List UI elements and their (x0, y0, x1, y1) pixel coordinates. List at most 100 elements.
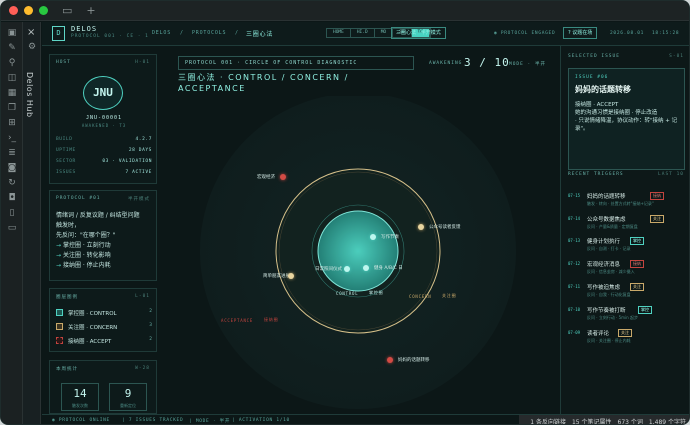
mode-label: MODE · 半开 (509, 62, 546, 67)
trigger-row[interactable]: 07-11 写作被迫焦虑 关注 反问 · 自我 · 行动化复盘 (568, 282, 685, 300)
app-window: ▭ + ▣ ✎ ⚲ ◫ ▦ ❐ ⊞ ›_ ≣ ◙ ↻ ◘ ▯ ▭ × ⚙ Del… (0, 0, 690, 425)
diagnostic-header: PROTOCOL 001 · CIRCLE OF CONTROL DIAGNOS… (178, 56, 414, 70)
bookmark-icon[interactable]: ⊞ (6, 118, 18, 129)
issue-number: ISSUE #06 (575, 75, 609, 80)
close-window-button[interactable] (9, 6, 18, 15)
protocol-text: 情绪词 / 反复议题 / 纠结型问题 触发时， 先反问："在哪个圈？" → 掌控… (56, 212, 140, 269)
canvas-icon[interactable]: ◫ (6, 73, 18, 84)
properties-count[interactable]: 15 个笔记属性 (572, 417, 612, 425)
triggers-title: RECENT TRIGGERS (568, 172, 624, 177)
host-row-sector: SECTOR 03 · VALIDATION (56, 159, 152, 164)
issues-button[interactable]: ? 议题在场 (563, 27, 598, 39)
trigger-row[interactable]: 07-09 读者评论 关注 反问 · 关注圈 · 停止内耗 (568, 328, 685, 346)
engaged-status: ◉ PROTOCOL ENGAGED (494, 31, 556, 36)
host-row-uptime: UPTIME 28 DAYS (56, 148, 152, 153)
app-header: D DELOS PROTOCOL 001 · CE · 1 DELOS / PR… (42, 22, 689, 46)
host-role: AWAKENED · T3 (81, 123, 127, 128)
host-row-issues: ISSUES 7 ACTIVE (56, 170, 152, 175)
circle-diagram (200, 96, 516, 409)
selected-issue-card[interactable]: ISSUE #06 妈妈的话题转移 接纳圈 · ACCEPT 她的沟通习惯是接纳… (568, 68, 685, 170)
selected-title: SELECTED ISSUE (568, 54, 620, 59)
control-ring-label: CONTROL (336, 291, 359, 296)
breadcrumb-delos[interactable]: DELOS (152, 30, 171, 36)
concern-ring-label: CONCERN (409, 294, 432, 299)
trigger-row[interactable]: 07-10 写作节奏被打断 掌控 反问 · 立刻行动 · 5min 起步 (568, 305, 685, 323)
file-explorer-icon[interactable]: ▣ (6, 28, 18, 39)
footer-mode: | MODE · 半开 (189, 419, 231, 424)
graph-icon[interactable]: ⚲ (6, 58, 18, 69)
issue-title: 妈妈的话题转移 (575, 85, 631, 94)
header-time: 18:15:28 (652, 31, 680, 36)
awakening-value: 3 / 10 (464, 56, 510, 69)
delos-logo: D (52, 26, 65, 41)
title-bar: ▭ + (1, 1, 689, 21)
control-ring[interactable] (317, 210, 399, 292)
selected-index: S-01 (669, 54, 684, 59)
right-panel: SELECTED ISSUE S-01 ISSUE #06 妈妈的话题转移 接纳… (560, 46, 689, 414)
weekly-card: 本周统计 W-28 14 触发次数 9 重新定位 (49, 360, 157, 414)
accept-ring-label: ACCEPTANCE (221, 318, 254, 323)
mode-button[interactable]: 三圈心法 · 半开模式 (391, 27, 446, 39)
legend-index: L-01 (135, 294, 150, 299)
host-card: HOST H-01 JNU JNU-00001 AWAKENED · T3 BU… (49, 54, 157, 184)
brand-subtitle: PROTOCOL 001 · CE · 1 (71, 34, 149, 39)
new-note-icon[interactable]: ✎ (6, 43, 18, 54)
diagram-title: 三圈心法 · CONTROL / CONCERN / ACCEPTANCE (178, 73, 349, 93)
book-icon[interactable]: ▯ (6, 208, 18, 219)
triggers-index: LAST 10 (658, 172, 684, 177)
control-ring-label-cn: 掌控圈 (369, 290, 384, 295)
trigger-row[interactable]: 07-13 健身计划执行 掌控 反问 · 自测 · 打卡 · 记录 (568, 236, 685, 254)
layers-icon[interactable]: ≣ (6, 148, 18, 159)
backlinks-count[interactable]: 1 条反向链接 (530, 417, 566, 425)
protocol-index: 半开模式 (128, 197, 150, 202)
footer-activation: | ACTIVATION 1/10 (232, 418, 290, 423)
settings-icon[interactable]: ⚙ (26, 42, 38, 53)
minimize-window-button[interactable] (24, 6, 33, 15)
sidebar-toggle-icon[interactable]: ▭ (62, 4, 72, 17)
hub-sidebar: × ⚙ Delos Hub (23, 22, 41, 424)
breadcrumb-sep: / (180, 30, 184, 36)
stat-relocated: 9 重新定位 (109, 383, 147, 411)
ribbon: ▣ ✎ ⚲ ◫ ▦ ❐ ⊞ ›_ ≣ ◙ ↻ ◘ ▯ ▭ (1, 22, 23, 424)
legend-card: 圈层图例 L-01 掌控圈 · CONTROL 2 关注圈 · CONCERN 3 … (49, 288, 157, 352)
avatar: JNU (83, 76, 123, 110)
trigger-row[interactable]: 07-15 妈妈的话题转移 接纳 触发 · 转向 · 处置方式转"接纳+记录" (568, 191, 685, 209)
breadcrumb-current: 三圈心法 (246, 31, 274, 38)
issue-body: 接纳圈 · ACCEPT 她的沟通习惯是接纳圈 · 停止改造 · 只说情绪降温，… (575, 102, 678, 132)
mode-home[interactable]: HOME (327, 29, 351, 37)
folder-icon[interactable]: ▭ (6, 223, 18, 234)
bot-icon[interactable]: ◘ (6, 193, 18, 204)
weekly-index: W-28 (135, 366, 150, 371)
breadcrumb-protocols[interactable]: PROTOCOLS (192, 30, 226, 36)
protocol-card: PROTOCOL #01 半开模式 情绪词 / 反复议题 / 纠结型问题 触发时… (49, 190, 157, 281)
calendar-icon[interactable]: ▦ (6, 88, 18, 99)
protocol-title: PROTOCOL #01 (56, 196, 101, 201)
trigger-row[interactable]: 07-14 公众号数据焦虑 关注 反问 · 产量&质量 · 定期复盘 (568, 214, 685, 232)
copy-icon[interactable]: ❐ (6, 103, 18, 114)
concern-ring-label-cn: 关注圈 (442, 293, 457, 298)
trigger-row[interactable]: 07-12 宏观经济消息 接纳 反问 · 信息茧房 · 减少摄入 (568, 259, 685, 277)
word-count: 673 个词 (617, 418, 643, 425)
robot-icon[interactable]: ◙ (6, 163, 18, 174)
footer-issues: | 7 ISSUES TRACKED (122, 418, 184, 423)
new-tab-button[interactable]: + (86, 4, 95, 17)
header-date: 2026.08.01 (610, 31, 645, 36)
char-count: 1,489 个字符 (648, 418, 686, 425)
obsidian-status-bar: 1 条反向链接 15 个笔记属性 673 个词 1,489 个字符 (519, 415, 689, 425)
footer-online: ◉ PROTOCOL ONLINE (52, 418, 110, 423)
terminal-icon[interactable]: ›_ (6, 133, 18, 144)
host-row-build: BUILD 4.2.7 (56, 137, 152, 142)
hub-label: Delos Hub (25, 72, 34, 118)
breadcrumb-sep: / (235, 30, 239, 36)
sync-icon[interactable]: ↻ (6, 178, 18, 189)
brand-name: DELOS (71, 25, 98, 33)
zoom-window-button[interactable] (39, 6, 48, 15)
close-icon[interactable]: × (27, 27, 35, 38)
status-footer: ◉ PROTOCOL ONLINE | 7 ISSUES TRACKED | M… (42, 414, 689, 425)
legend-title: 圈层图例 (56, 295, 78, 300)
weekly-title: 本周统计 (56, 367, 78, 372)
host-title: HOST (56, 60, 71, 65)
stat-triggers: 14 触发次数 (61, 383, 99, 411)
accept-ring-label-cn: 接纳圈 (264, 317, 279, 322)
mode-hid[interactable]: HI.D (351, 29, 375, 37)
